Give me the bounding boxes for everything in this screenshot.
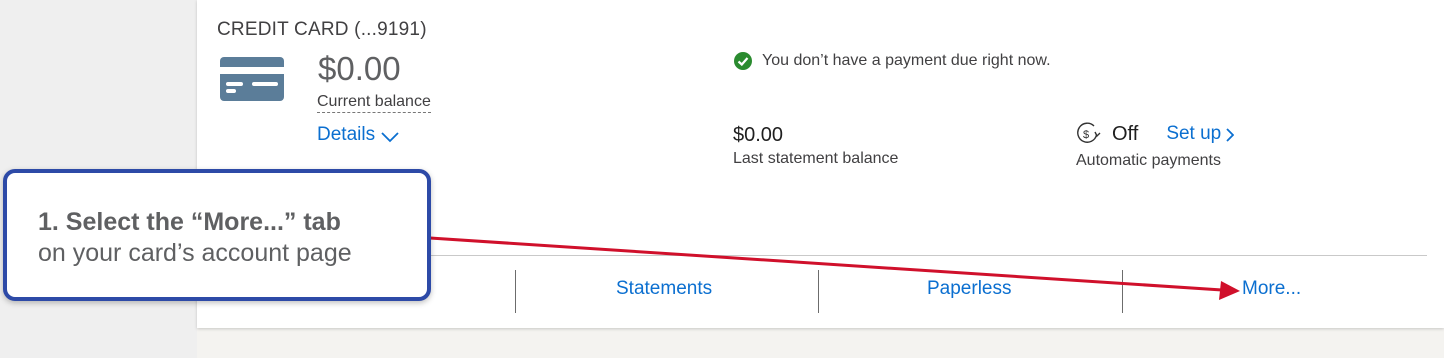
tab-paperless[interactable]: Paperless — [927, 278, 1012, 300]
current-balance-label[interactable]: Current balance — [317, 93, 431, 113]
payment-message: You don’t have a payment due right now. — [762, 52, 1051, 69]
callout-detail: on your card’s account page — [38, 239, 352, 267]
tab-separator — [1122, 270, 1123, 313]
details-link[interactable]: Details — [317, 124, 399, 146]
tab-separator — [515, 270, 516, 313]
payment-status: You don’t have a payment due right now. — [734, 52, 1051, 70]
chevron-down-icon — [381, 131, 399, 142]
tab-separator — [818, 270, 819, 313]
autopay-group: $ Off Set up — [1076, 122, 1235, 146]
credit-card-icon — [220, 57, 284, 101]
statement-balance-value: $0.00 — [733, 124, 784, 146]
details-label: Details — [317, 124, 376, 145]
setup-autopay-link[interactable]: Set up — [1166, 123, 1235, 145]
svg-text:$: $ — [1083, 129, 1089, 141]
tab-more[interactable]: More... — [1242, 278, 1301, 300]
setup-label: Set up — [1166, 123, 1222, 144]
check-circle-icon — [734, 52, 752, 70]
callout-step: 1. Select the “More...” tab — [38, 208, 341, 236]
chevron-right-icon — [1226, 128, 1235, 142]
statement-balance-label: Last statement balance — [733, 150, 899, 167]
current-balance-value: $0.00 — [318, 50, 401, 87]
dollar-cycle-icon: $ — [1077, 122, 1101, 143]
instruction-callout: 1. Select the “More...” tab on your card… — [3, 169, 431, 301]
tab-statements[interactable]: Statements — [616, 278, 712, 300]
autopay-status: Off — [1112, 122, 1139, 145]
autopay-label: Automatic payments — [1076, 152, 1221, 169]
account-title: CREDIT CARD (...9191) — [217, 19, 427, 40]
